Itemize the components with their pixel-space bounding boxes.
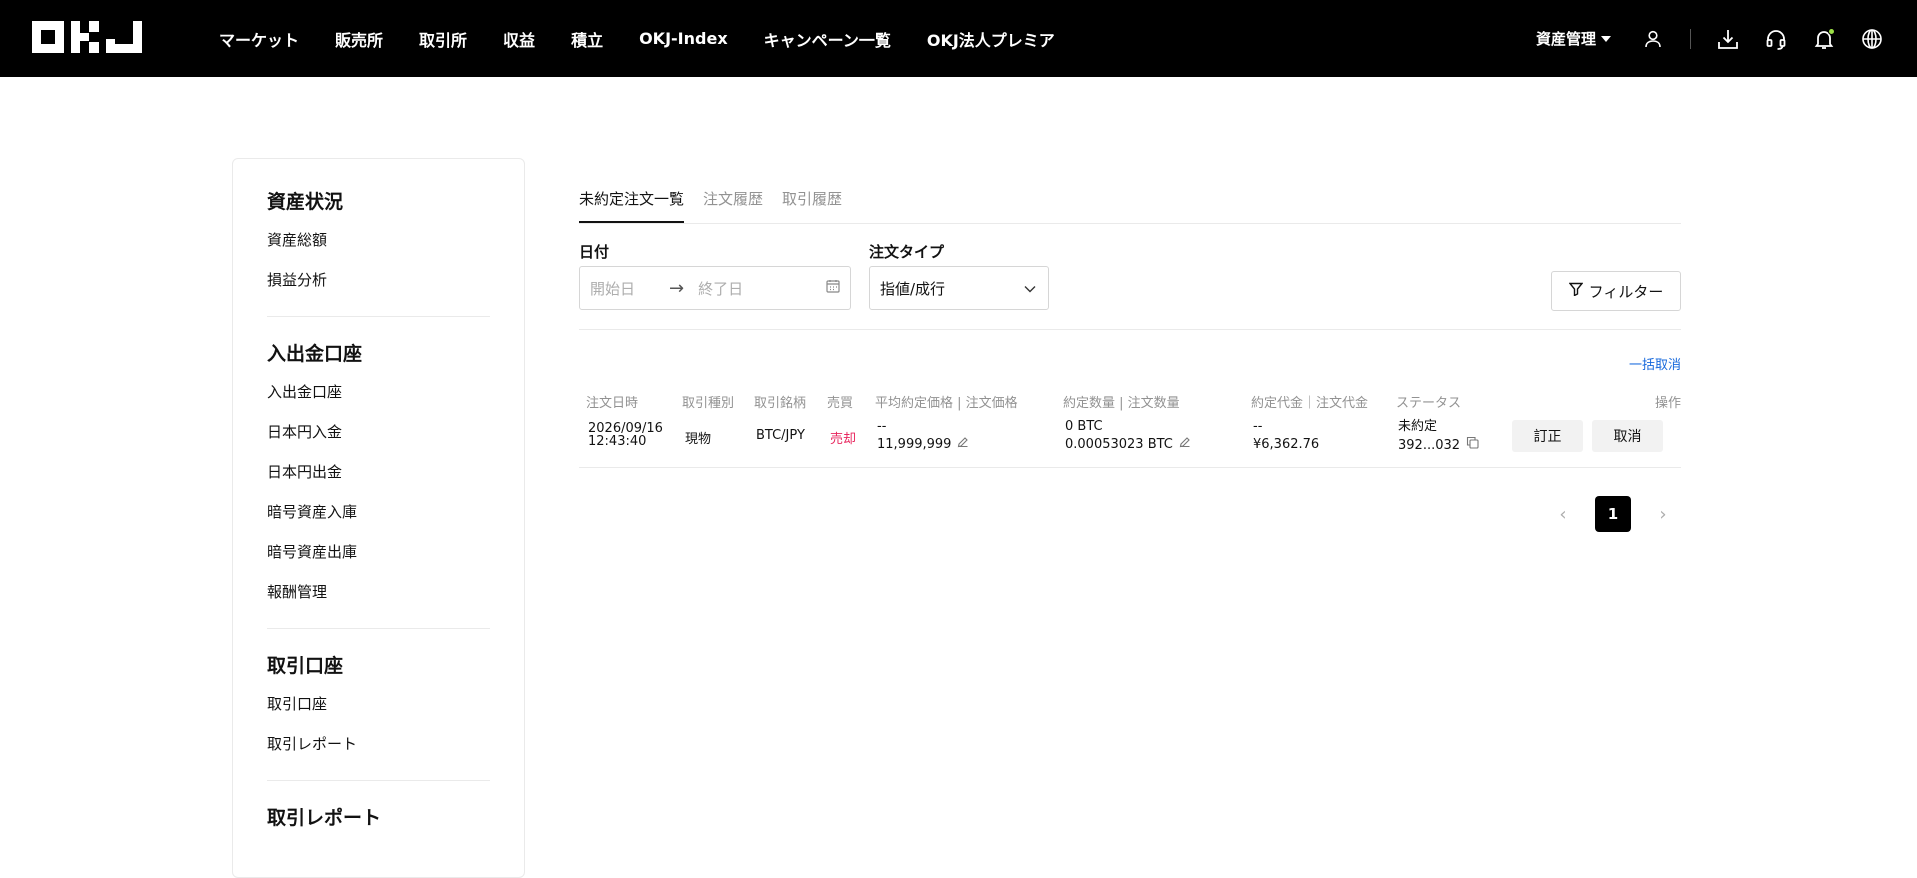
bell-icon[interactable] — [1812, 27, 1836, 51]
filled-qty: 0 BTC — [1065, 419, 1103, 434]
column-header: 取引種別 — [682, 396, 735, 411]
headset-icon[interactable] — [1764, 27, 1788, 51]
order-type-value: 指値/成行 — [880, 279, 946, 298]
page-number-current[interactable]: 1 — [1595, 496, 1631, 532]
order-price: 11,999,999 — [877, 437, 952, 452]
column-header: 約定代金｜注文代金 — [1251, 396, 1369, 411]
nav-item-savings[interactable]: 積立 — [571, 27, 603, 51]
side-badge: 売却 — [830, 432, 857, 447]
notification-dot — [1828, 27, 1835, 35]
sidebar-item-jpy-deposit[interactable]: 日本円入金 — [267, 416, 490, 456]
column-header: 注文日時 — [586, 396, 639, 411]
column-header: 取引銘柄 — [754, 396, 807, 411]
start-date-input[interactable]: 開始日 — [590, 278, 635, 299]
order-type-select[interactable]: 指値/成行 — [869, 266, 1049, 310]
edit-qty-icon[interactable] — [1179, 436, 1191, 454]
calendar-icon — [826, 279, 840, 297]
column-header: 約定数量 | 注文数量 — [1063, 396, 1180, 411]
sidebar-item-trading-account[interactable]: 取引口座 — [267, 688, 490, 728]
date-range-picker[interactable]: 開始日 → 終了日 — [579, 266, 851, 310]
filter-bar: 日付 開始日 → 終了日 注文タイプ 指値/成行 フィルター — [579, 182, 1681, 330]
column-header: 平均約定価格 | 注文価格 — [875, 396, 1018, 411]
sidebar-item-jpy-withdrawal[interactable]: 日本円出金 — [267, 456, 490, 496]
table-header: 注文日時 取引種別 取引銘柄 売買 平均約定価格 | 注文価格 約定数量 | 注… — [579, 392, 1681, 414]
order-time: 12:43:40 — [588, 434, 647, 449]
status-text: 未約定 — [1398, 419, 1438, 434]
chevron-left-icon[interactable]: ‹ — [1545, 496, 1581, 532]
amount-cell: -- ¥6,362.76 — [1253, 418, 1319, 454]
sidebar-group-title: 資産状況 — [267, 191, 344, 213]
top-navigation-bar: マーケット 販売所 取引所 収益 積立 OKJ-Index キャンペーン一覧 O… — [0, 0, 1917, 77]
asset-management-label: 資産管理 — [1535, 30, 1596, 48]
order-type-label: 注文タイプ — [869, 243, 945, 261]
sidebar-item-trading-report[interactable]: 取引レポート — [267, 728, 490, 768]
end-date-input[interactable]: 終了日 — [698, 278, 743, 299]
sidebar-group-title: 取引レポート — [267, 807, 382, 829]
column-header: 操作 — [1654, 396, 1681, 411]
nav-item-okj-index[interactable]: OKJ-Index — [639, 29, 728, 48]
sidebar-item-crypto-withdrawal[interactable]: 暗号資産出庫 — [267, 536, 490, 576]
nav-item-corporate-premium[interactable]: OKJ法人プレミア — [927, 27, 1055, 51]
download-icon[interactable] — [1716, 27, 1740, 51]
globe-icon[interactable] — [1860, 27, 1884, 51]
bulk-cancel-link[interactable]: 一括取消 — [1629, 354, 1681, 373]
okj-logo[interactable] — [32, 21, 142, 53]
main-content: 未約定注文一覧 注文履歴 取引履歴 日付 開始日 → 終了日 注文タイプ 指値/… — [579, 182, 1681, 532]
sidebar-item-total-assets[interactable]: 資産総額 — [267, 224, 490, 264]
copy-icon[interactable] — [1466, 436, 1479, 455]
filter-button[interactable]: フィルター — [1551, 271, 1681, 311]
header-right: 資産管理 — [1536, 0, 1917, 77]
sidebar-item-crypto-deposit[interactable]: 暗号資産入庫 — [267, 496, 490, 536]
nav-item-earn[interactable]: 収益 — [503, 27, 535, 51]
nav-item-exchange[interactable]: 取引所 — [419, 27, 467, 51]
sidebar-item-rewards[interactable]: 報酬管理 — [267, 576, 490, 616]
trading-pair: BTC/JPY — [756, 428, 805, 443]
sidebar-group-title: 入出金口座 — [267, 343, 363, 365]
column-header: ステータス — [1396, 396, 1462, 411]
order-datetime: 2026/09/16 12:43:40 — [588, 422, 663, 448]
main-nav: マーケット 販売所 取引所 収益 積立 OKJ-Index キャンペーン一覧 O… — [219, 0, 1055, 77]
sidebar-item-pl-analysis[interactable]: 損益分析 — [267, 264, 490, 304]
filter-button-label: フィルター — [1588, 282, 1664, 301]
table-row: 2026/09/16 12:43:40 現物 BTC/JPY 売却 -- 11,… — [579, 412, 1681, 468]
order-id: 392...032 — [1398, 437, 1461, 453]
divider — [267, 628, 490, 629]
sidebar-group-title: 取引口座 — [267, 655, 344, 677]
pagination: ‹ 1 › — [1545, 496, 1681, 532]
asset-management-menu[interactable]: 資産管理 — [1536, 28, 1611, 49]
edit-order-button[interactable]: 訂正 — [1512, 420, 1583, 452]
order-qty: 0.00053023 BTC — [1065, 437, 1173, 452]
quantity-cell: 0 BTC 0.00053023 BTC — [1065, 418, 1191, 454]
nav-item-sales-office[interactable]: 販売所 — [335, 27, 383, 51]
trade-kind: 現物 — [685, 432, 712, 447]
avg-price: -- — [877, 419, 887, 434]
status-cell: 未約定 392...032 — [1398, 418, 1479, 455]
price-cell: -- 11,999,999 — [877, 418, 969, 454]
arrow-right-icon: → — [669, 277, 685, 299]
order-amount: ¥6,362.76 — [1253, 437, 1320, 452]
sidebar-item-deposit-account[interactable]: 入出金口座 — [267, 376, 490, 416]
user-icon[interactable] — [1641, 27, 1665, 51]
divider — [267, 316, 490, 317]
column-header: 売買 — [827, 396, 854, 411]
date-label: 日付 — [579, 243, 610, 261]
chevron-down-icon — [1024, 279, 1036, 297]
filled-amount: -- — [1253, 419, 1263, 434]
nav-item-campaigns[interactable]: キャンペーン一覧 — [764, 27, 891, 51]
caret-down-icon — [1601, 35, 1611, 42]
nav-item-market[interactable]: マーケット — [219, 27, 299, 51]
edit-price-icon[interactable] — [957, 436, 969, 454]
divider — [267, 780, 490, 781]
divider — [1690, 28, 1691, 49]
filter-icon — [1568, 282, 1584, 300]
sidebar: 資産状況 資産総額 損益分析 入出金口座 入出金口座 日本円入金 日本円出金 暗… — [232, 158, 525, 878]
cancel-order-button[interactable]: 取消 — [1592, 420, 1663, 452]
chevron-right-icon[interactable]: › — [1645, 496, 1681, 532]
